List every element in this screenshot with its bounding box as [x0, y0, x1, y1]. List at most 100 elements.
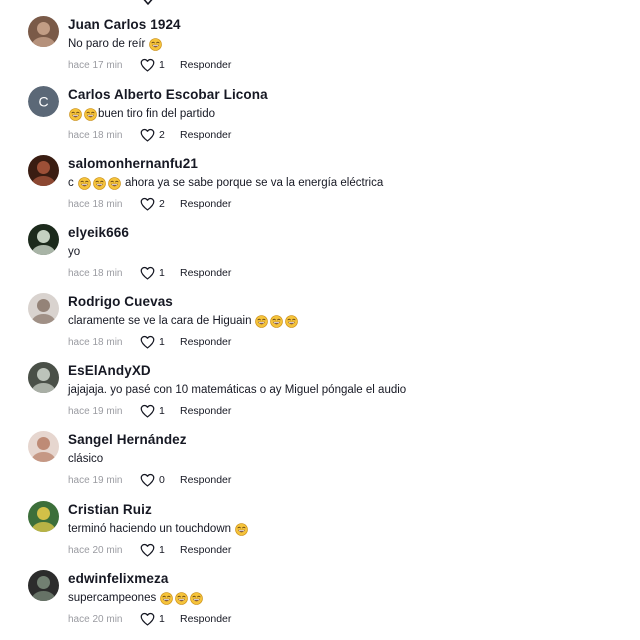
like-button[interactable]: 1	[140, 58, 180, 72]
like-button[interactable]: 2	[140, 128, 180, 142]
reply-button[interactable]: Responder	[180, 544, 231, 556]
laughing-emoji-icon	[175, 591, 189, 605]
like-count: 2	[159, 129, 165, 141]
comment-text-part: terminó haciendo un touchdown	[68, 523, 232, 535]
comment-author[interactable]: Sangel Hernández	[68, 432, 187, 447]
comment-timestamp: hace 20 min	[68, 613, 123, 625]
comment-author[interactable]: edwinfelixmeza	[68, 571, 168, 586]
avatar[interactable]	[28, 431, 59, 462]
comment-author[interactable]: salomonhernanfu21	[68, 156, 198, 171]
comment-text-part: yo	[68, 246, 81, 258]
comment-text: buen tiro fin del partido	[68, 106, 215, 122]
like-button[interactable]: 1	[140, 404, 180, 418]
avatar[interactable]	[28, 224, 59, 255]
comment-text: jajajaja. yo pasé con 10 matemáticas o a…	[68, 382, 406, 398]
comment-text: No paro de reír	[68, 36, 163, 52]
comment-author[interactable]: Juan Carlos 1924	[68, 17, 181, 32]
like-button[interactable]: 1	[140, 335, 180, 349]
comment-author[interactable]: Carlos Alberto Escobar Licona	[68, 87, 268, 102]
laughing-emoji-icon	[107, 176, 121, 190]
previous-like-icon-fragment	[136, 0, 160, 5]
comment-text-part: c	[68, 177, 74, 189]
comment-item: elyeik666 yo hace 18 min 1 Responder	[0, 224, 640, 293]
laughing-emoji-icon	[160, 591, 174, 605]
like-button[interactable]: 1	[140, 266, 180, 280]
reply-button[interactable]: Responder	[180, 267, 231, 279]
comment-text-part: clásico	[68, 453, 104, 465]
like-count: 0	[159, 474, 165, 486]
reply-button[interactable]: Responder	[180, 613, 231, 625]
comment-text-part: claramente se ve la cara de Higuain	[68, 315, 252, 327]
heart-outline-icon[interactable]	[140, 404, 155, 418]
comment-author[interactable]: Rodrigo Cuevas	[68, 294, 173, 309]
comment-timestamp: hace 18 min	[68, 198, 123, 210]
comment-meta: hace 20 min 1 Responder	[68, 542, 231, 558]
laughing-emoji-icon	[77, 176, 91, 190]
like-count: 1	[159, 405, 165, 417]
heart-outline-icon[interactable]	[140, 266, 155, 280]
like-count: 1	[159, 267, 165, 279]
like-count: 1	[159, 544, 165, 556]
laughing-emoji-icon	[235, 522, 248, 536]
like-button[interactable]: 1	[140, 543, 180, 557]
comment-text: yo	[68, 244, 80, 260]
laughing-emoji-icon	[190, 591, 204, 605]
heart-outline-icon[interactable]	[140, 473, 155, 487]
laughing-emoji-icon	[285, 314, 299, 328]
heart-outline-icon[interactable]	[140, 543, 155, 557]
comment-timestamp: hace 18 min	[68, 336, 123, 348]
laughing-emoji-icon	[84, 107, 97, 121]
reply-button[interactable]: Responder	[180, 129, 231, 141]
avatar-letter: C	[38, 94, 48, 110]
heart-outline-icon[interactable]	[140, 128, 155, 142]
comment-meta: hace 20 min 1 Responder	[68, 611, 231, 627]
comment-text: supercampeones	[68, 590, 204, 606]
like-button[interactable]: 0	[140, 473, 180, 487]
comment-item: Juan Carlos 1924 No paro de reír hace 17 m…	[0, 16, 640, 85]
comment-timestamp: hace 19 min	[68, 405, 123, 417]
comment-author[interactable]: EsElAndyXD	[68, 363, 151, 378]
comment-timestamp: hace 18 min	[68, 129, 123, 141]
avatar[interactable]	[28, 362, 59, 393]
reply-button[interactable]: Responder	[180, 405, 231, 417]
comment-item: Sangel Hernández clásico hace 19 min 0 Respo…	[0, 431, 640, 500]
avatar[interactable]	[28, 293, 59, 324]
heart-outline-icon[interactable]	[140, 612, 155, 626]
comment-timestamp: hace 20 min	[68, 544, 123, 556]
heart-outline-icon[interactable]	[140, 58, 155, 72]
avatar[interactable]: C	[28, 86, 59, 117]
like-count: 1	[159, 613, 165, 625]
comment-text: c ahora ya se sabe porque se va la energ…	[68, 175, 383, 191]
like-button[interactable]: 2	[140, 197, 180, 211]
comment-meta: hace 19 min 0 Responder	[68, 472, 231, 488]
avatar[interactable]	[28, 570, 59, 601]
reply-button[interactable]: Responder	[180, 336, 231, 348]
reply-button[interactable]: Responder	[180, 198, 231, 210]
reply-button[interactable]: Responder	[180, 474, 231, 486]
heart-outline-icon[interactable]	[140, 197, 155, 211]
comment-text-part: buen tiro fin del partido	[98, 108, 215, 120]
comment-text-part: ahora ya se sabe porque se va la energía…	[121, 177, 384, 189]
laughing-emoji-icon	[149, 37, 163, 51]
comment-author[interactable]: elyeik666	[68, 225, 129, 240]
laughing-emoji-icon	[69, 107, 82, 121]
comment-author[interactable]: Cristian Ruiz	[68, 502, 152, 517]
comment-meta: hace 18 min 1 Responder	[68, 334, 231, 350]
comment-timestamp: hace 18 min	[68, 267, 123, 279]
comment-text: clásico	[68, 451, 103, 467]
comment-list: Juan Carlos 1924 No paro de reír hace 17 m…	[0, 0, 640, 640]
like-count: 1	[159, 59, 165, 71]
comment-item: Cristian Ruiz terminó haciendo un touchdo…	[0, 501, 640, 570]
comment-item: EsElAndyXD jajajaja. yo pasé con 10 matem…	[0, 362, 640, 431]
comment-item: edwinfelixmeza supercampeones hace 20 min 1…	[0, 570, 640, 639]
comment-timestamp: hace 17 min	[68, 59, 123, 71]
avatar[interactable]	[28, 155, 59, 186]
avatar[interactable]	[28, 16, 59, 47]
avatar[interactable]	[28, 501, 59, 532]
heart-outline-icon[interactable]	[140, 335, 155, 349]
like-count: 2	[159, 198, 165, 210]
like-button[interactable]: 1	[140, 612, 180, 626]
comment-item: salomonhernanfu21 c ahora ya se sabe porq…	[0, 155, 640, 224]
laughing-emoji-icon	[92, 176, 106, 190]
reply-button[interactable]: Responder	[180, 59, 231, 71]
